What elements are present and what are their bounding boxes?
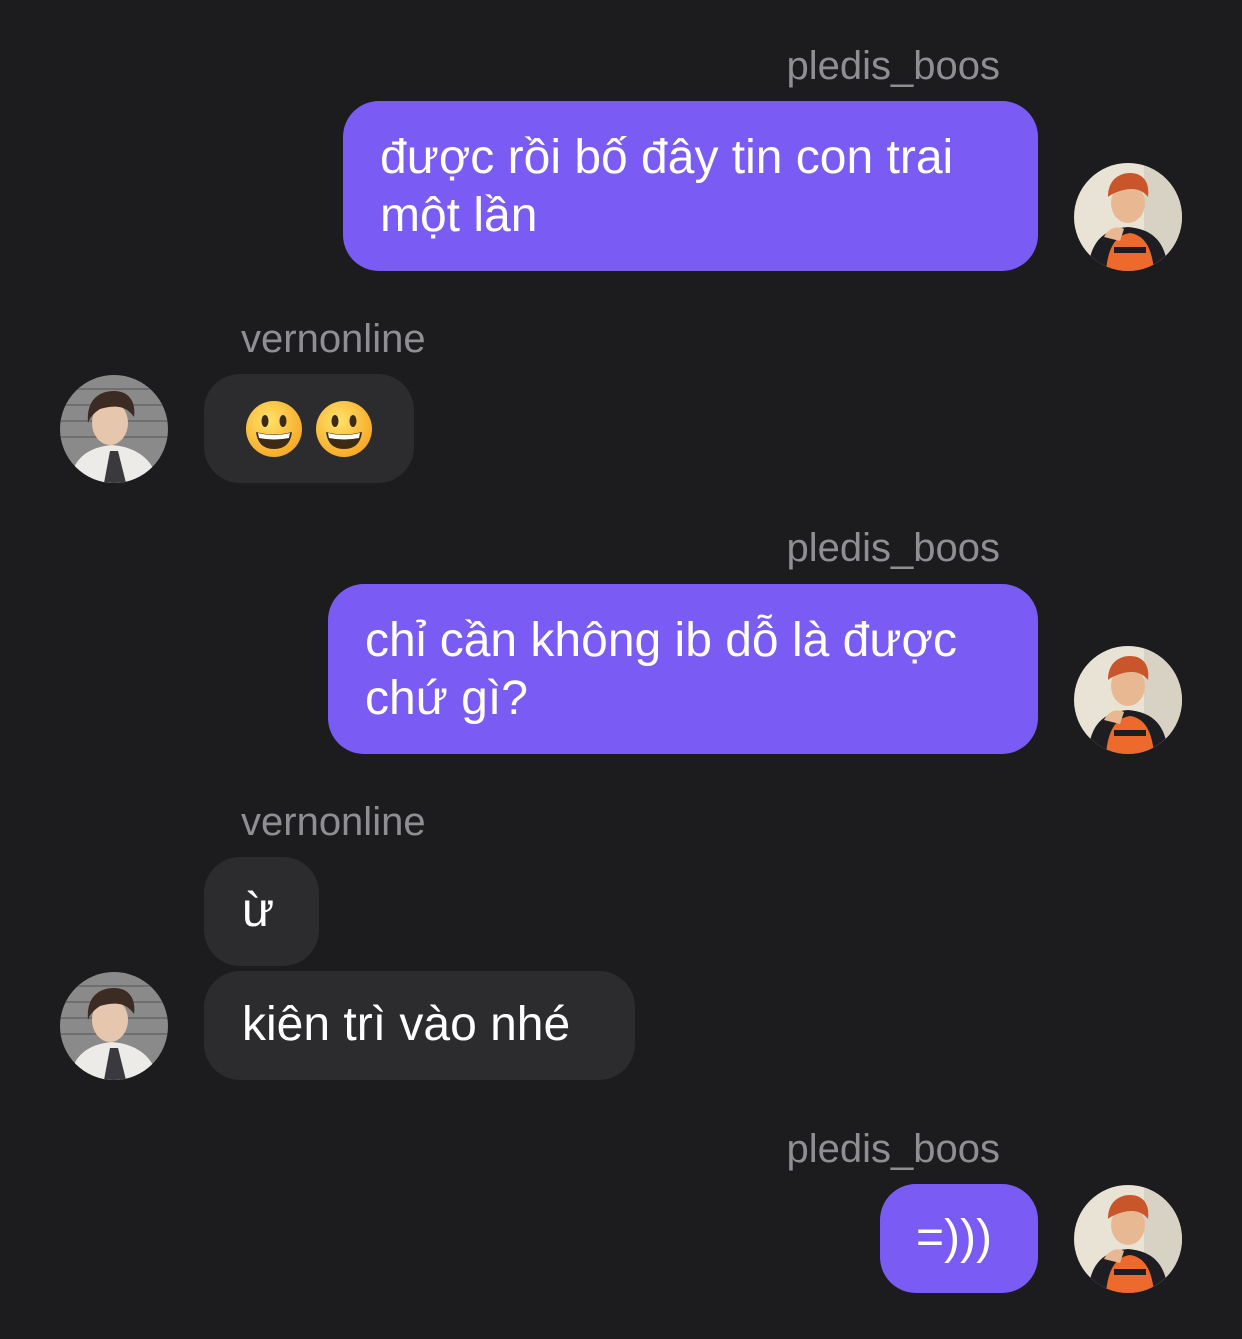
person-portrait-icon xyxy=(60,375,168,483)
message-bubble-outgoing[interactable]: được rồi bố đây tin con trai một lần xyxy=(343,101,1038,271)
message-text: =))) xyxy=(916,1211,992,1264)
person-orange-shirt-icon xyxy=(1074,1185,1182,1293)
sender-name: vernonline xyxy=(241,800,426,844)
message-bubble-incoming[interactable]: ừ xyxy=(204,857,319,966)
pledis-boos-avatar[interactable] xyxy=(1074,646,1182,754)
message-bubble-outgoing[interactable]: chỉ cần không ib dỗ là được chứ gì? xyxy=(328,584,1038,754)
vernonline-avatar[interactable] xyxy=(60,972,168,1080)
sender-name: pledis_boos xyxy=(786,1127,1001,1171)
message-text: được rồi bố đây tin con trai một lần xyxy=(380,131,954,242)
person-portrait-icon xyxy=(60,972,168,1080)
grinning-face-icon xyxy=(316,401,372,458)
message-text: chỉ cần không ib dỗ là được chứ gì? xyxy=(365,614,957,725)
pledis-boos-avatar[interactable] xyxy=(1074,163,1182,271)
message-text: ừ xyxy=(242,884,275,937)
person-orange-shirt-icon xyxy=(1074,646,1182,754)
sender-name: pledis_boos xyxy=(786,526,1001,570)
message-text: kiên trì vào nhé xyxy=(242,998,571,1051)
person-orange-shirt-icon xyxy=(1074,163,1182,271)
pledis-boos-avatar[interactable] xyxy=(1074,1185,1182,1293)
message-bubble-incoming[interactable]: kiên trì vào nhé xyxy=(204,971,635,1080)
grinning-face-icon xyxy=(246,401,302,458)
message-bubble-incoming[interactable] xyxy=(204,374,414,483)
sender-name: pledis_boos xyxy=(786,44,1001,88)
message-bubble-outgoing[interactable]: =))) xyxy=(880,1184,1038,1293)
vernonline-avatar[interactable] xyxy=(60,375,168,483)
sender-name: vernonline xyxy=(241,317,426,361)
